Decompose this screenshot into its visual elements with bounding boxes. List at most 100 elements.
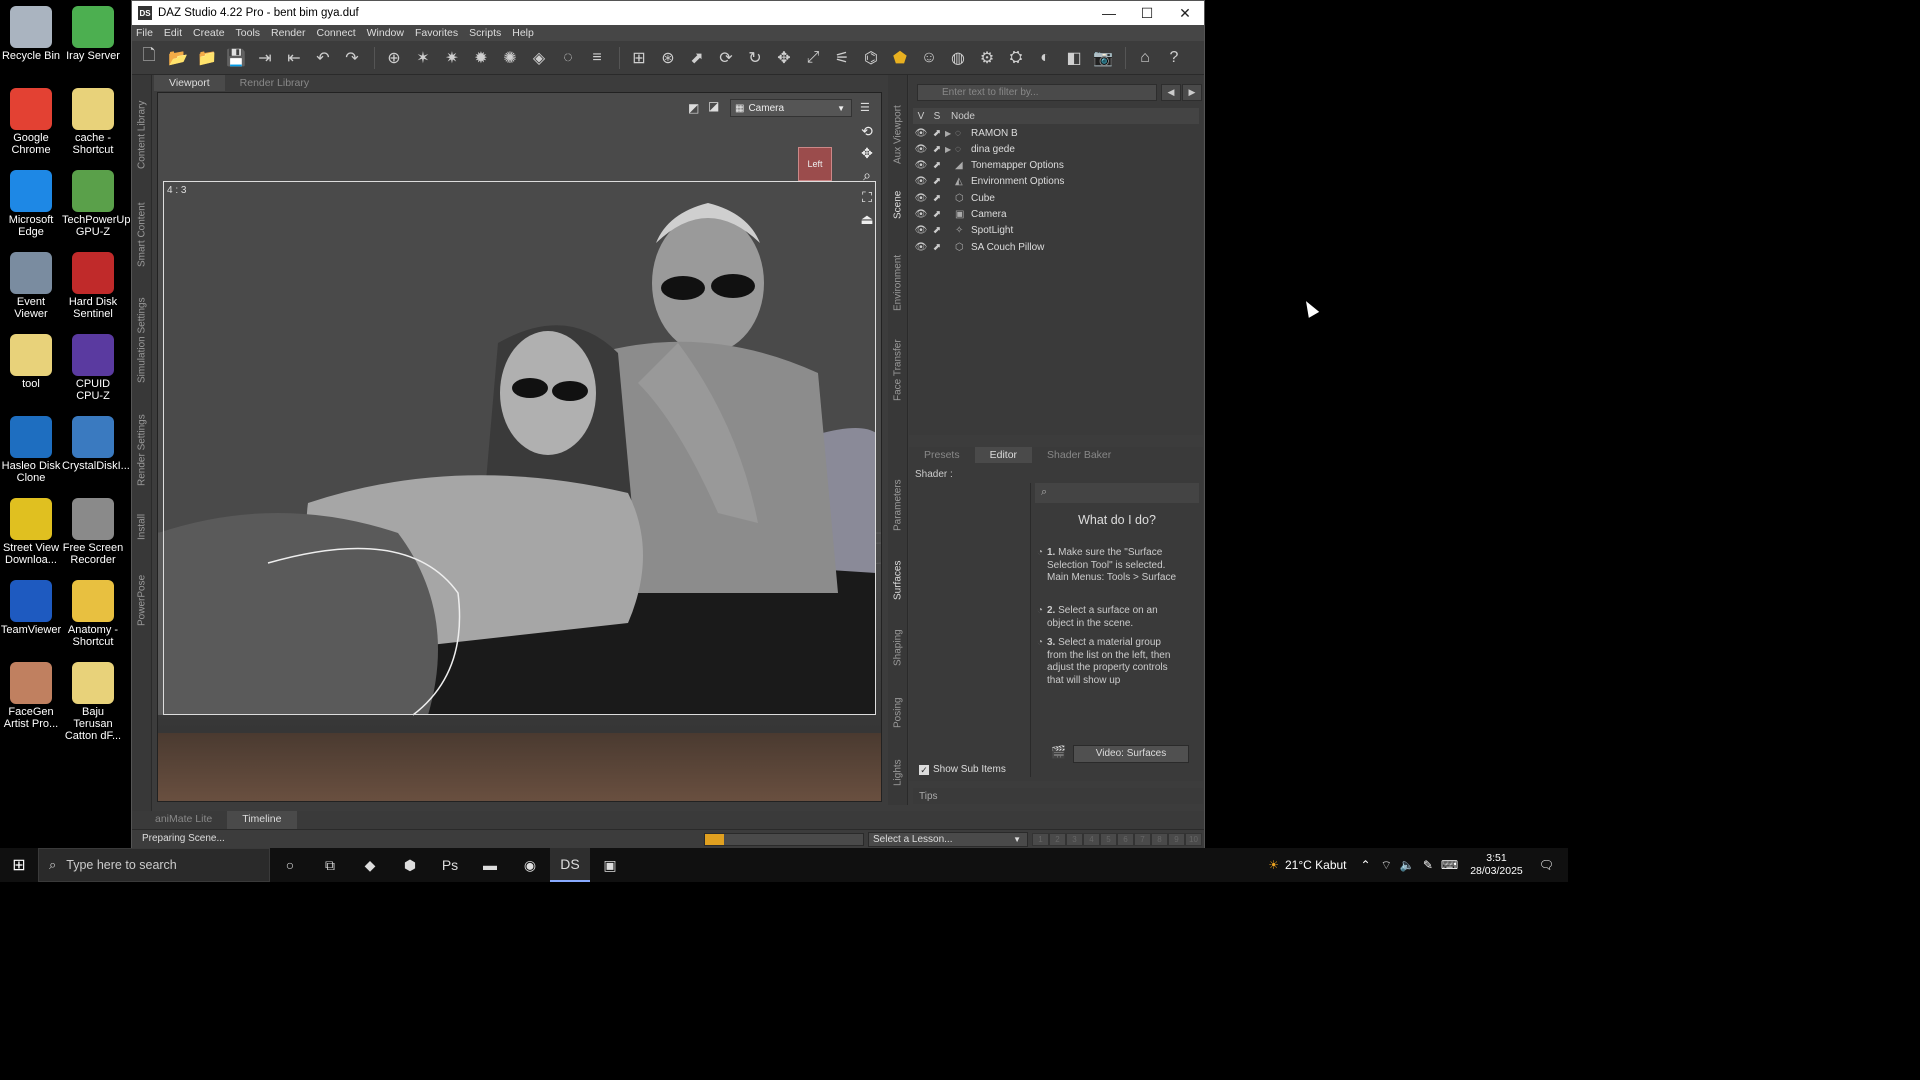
task-view-icon[interactable]: ⧉ <box>310 848 350 882</box>
save-icon[interactable]: 💾 <box>223 45 249 71</box>
close-button[interactable]: ✕ <box>1166 5 1204 22</box>
menu-file[interactable]: File <box>136 27 153 39</box>
render-icon[interactable]: ◧ <box>1061 45 1087 71</box>
scene-node-row[interactable]: 👁 ⬈ ⬡ Cube <box>913 190 1199 206</box>
viewport-menu-icon[interactable]: ☰ <box>860 101 870 114</box>
render-preview-icon[interactable]: ◪ <box>708 99 719 113</box>
left-tab[interactable]: Simulation Settings <box>132 290 152 390</box>
align-icon[interactable]: ≡ <box>584 45 610 71</box>
node-select-icon[interactable]: ⊛ <box>655 45 681 71</box>
keyboard-icon[interactable]: ⌨ <box>1441 858 1458 872</box>
selectable-icon[interactable]: ⬈ <box>929 242 945 253</box>
lesson-page-button[interactable]: 3 <box>1066 833 1083 846</box>
render-region-icon[interactable]: ⛭ <box>1003 45 1029 71</box>
editor-tab[interactable]: Shader Baker <box>1032 447 1126 463</box>
rotate-tool-icon[interactable]: ⟳ <box>713 45 739 71</box>
create-figure-icon[interactable]: ⊕ <box>381 45 407 71</box>
right-tab[interactable]: Aux Viewport <box>888 100 908 170</box>
visibility-eye-icon[interactable]: 👁 <box>913 225 929 236</box>
taskbar-search[interactable]: ⌕ Type here to search <box>38 848 270 882</box>
desktop-icon[interactable]: CrystalDiskI... <box>62 416 130 472</box>
right-tab[interactable]: Face Transfer <box>888 330 908 410</box>
app-purple-icon[interactable]: ◆ <box>350 848 390 882</box>
create-null-icon[interactable]: ◌ <box>555 45 581 71</box>
desktop-icon[interactable]: Microsoft Edge <box>0 170 62 238</box>
import-icon[interactable]: ⇥ <box>252 45 278 71</box>
network-icon[interactable]: ⌔ <box>1381 858 1392 873</box>
chrome-icon[interactable]: ◉ <box>510 848 550 882</box>
menu-tools[interactable]: Tools <box>236 27 261 39</box>
open-icon[interactable]: 📂 <box>165 45 191 71</box>
selectable-icon[interactable]: ⬈ <box>929 176 945 187</box>
left-tab[interactable]: PowerPose <box>132 565 152 635</box>
help-icon[interactable]: ? <box>1161 45 1187 71</box>
col-selectable[interactable]: S <box>929 111 945 122</box>
camera-select[interactable]: ▦ Camera ▼ <box>730 99 852 117</box>
forward-button[interactable]: ▶ <box>1182 84 1202 101</box>
col-visible[interactable]: V <box>913 111 929 122</box>
merge-icon[interactable]: 📁 <box>194 45 220 71</box>
visibility-eye-icon[interactable]: 👁 <box>913 176 929 187</box>
menu-connect[interactable]: Connect <box>317 27 356 39</box>
iray-icon[interactable]: ⬢ <box>390 848 430 882</box>
visibility-eye-icon[interactable]: 👁 <box>913 193 929 204</box>
desktop-icon[interactable]: Street View Downloa... <box>0 498 62 566</box>
undo-icon[interactable]: ↶ <box>310 45 336 71</box>
lesson-page-button[interactable]: 10 <box>1185 833 1202 846</box>
desktop-icon[interactable]: Anatomy - Shortcut <box>62 580 124 648</box>
desktop-icon[interactable]: Event Viewer <box>0 252 62 320</box>
selectable-icon[interactable]: ⬈ <box>929 225 945 236</box>
viewport[interactable]: 4 : 3 ◩ ◪ ▦ Camera ▼ ☰ Left ⟲ ✥ ⌕ ⛶ ⏏ <box>157 92 882 802</box>
volume-icon[interactable]: 🔈 <box>1400 858 1415 872</box>
iray-settings-icon[interactable]: ◐ <box>1032 45 1058 71</box>
pen-icon[interactable]: ✎ <box>1423 858 1433 872</box>
lesson-page-button[interactable]: 6 <box>1117 833 1134 846</box>
viewport-tab[interactable]: Render Library <box>225 75 324 91</box>
lesson-page-button[interactable]: 1 <box>1032 833 1049 846</box>
powerpose-icon[interactable]: ◍ <box>945 45 971 71</box>
property-search[interactable]: ⌕ <box>1035 483 1199 503</box>
scale-tool-icon[interactable]: ⤢ <box>800 45 826 71</box>
pointer-icon[interactable]: ⬈ <box>684 45 710 71</box>
spin-tool-icon[interactable]: ↻ <box>742 45 768 71</box>
selectable-icon[interactable]: ⬈ <box>929 160 945 171</box>
left-tab[interactable]: Install <box>132 507 152 547</box>
visibility-eye-icon[interactable]: 👁 <box>913 128 929 139</box>
reset-view-icon[interactable]: ⏏ <box>858 211 876 229</box>
visibility-eye-icon[interactable]: 👁 <box>913 160 929 171</box>
scene-node-row[interactable]: 👁 ⬈ ◭ Environment Options <box>913 174 1199 190</box>
viewport-tab[interactable]: Viewport <box>154 75 225 91</box>
orbit-icon[interactable]: ⟲ <box>858 123 876 141</box>
desktop-icon[interactable]: Free Screen Recorder <box>62 498 124 566</box>
visibility-eye-icon[interactable]: 👁 <box>913 144 929 155</box>
desktop-icon[interactable]: TeamViewer <box>0 580 62 636</box>
translate-tool-icon[interactable]: ✥ <box>771 45 797 71</box>
daz-home-icon[interactable]: ⌂ <box>1132 45 1158 71</box>
menu-create[interactable]: Create <box>193 27 225 39</box>
selectable-icon[interactable]: ⬈ <box>929 144 945 155</box>
maximize-button[interactable]: ☐ <box>1128 5 1166 22</box>
right-tab[interactable]: Parameters <box>888 470 908 540</box>
lesson-page-button[interactable]: 2 <box>1049 833 1066 846</box>
spot-light-icon[interactable]: ✷ <box>439 45 465 71</box>
scene-node-row[interactable]: 👁 ⬈ ▶ ◌ dina gede <box>913 141 1199 157</box>
right-tab[interactable]: Environment <box>888 245 908 320</box>
lesson-page-button[interactable]: 8 <box>1151 833 1168 846</box>
windows-start-icon[interactable]: ⊞ <box>0 848 38 882</box>
daz-studio-icon[interactable]: DS <box>550 848 590 882</box>
expand-arrow-icon[interactable]: ▶ <box>945 145 955 154</box>
desktop-icon[interactable]: Hard Disk Sentinel <box>62 252 124 320</box>
title-bar[interactable]: DS DAZ Studio 4.22 Pro - bent bim gya.du… <box>132 1 1204 25</box>
menu-render[interactable]: Render <box>271 27 305 39</box>
create-light-icon[interactable]: ✶ <box>410 45 436 71</box>
photoshop-icon[interactable]: Ps <box>430 848 470 882</box>
new-scene-icon[interactable]: 🗋 <box>136 45 162 71</box>
surface-tool-icon[interactable]: ⬟ <box>887 45 913 71</box>
video-surfaces-button[interactable]: Video: Surfaces <box>1073 745 1189 763</box>
universal-tool-icon[interactable]: ⊞ <box>626 45 652 71</box>
left-tab[interactable]: Render Settings <box>132 405 152 495</box>
show-sub-items[interactable]: ✓ Show Sub Items <box>919 764 1006 775</box>
lesson-page-button[interactable]: 4 <box>1083 833 1100 846</box>
pan-icon[interactable]: ✥ <box>858 145 876 163</box>
chevron-up-icon[interactable]: ⌃ <box>1361 858 1371 872</box>
